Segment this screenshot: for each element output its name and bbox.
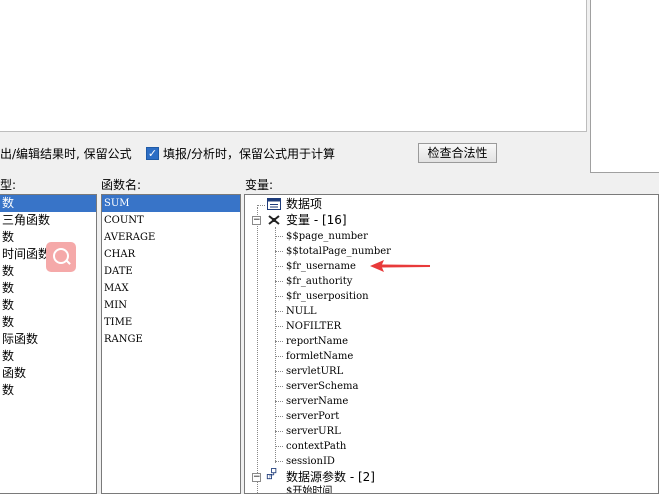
list-item[interactable]: 数: [0, 280, 96, 297]
variable-tree[interactable]: 数据项 − 变量 - [16] $$page_number $$totalPag…: [244, 194, 659, 494]
tree-leaf[interactable]: $fr_authority: [286, 274, 352, 289]
tree-node-datasource-params[interactable]: 数据源参数 - [2]: [286, 470, 375, 485]
tree-leaf[interactable]: serverURL: [286, 424, 341, 439]
variable-icon: [268, 215, 280, 225]
tree-leaf[interactable]: $开始时间: [286, 484, 332, 493]
list-item[interactable]: MAX: [102, 280, 240, 297]
list-item[interactable]: MIN: [102, 297, 240, 314]
function-name-label: 函数名:: [101, 178, 142, 192]
tree-leaf[interactable]: $$totalPage_number: [286, 244, 391, 259]
tree-leaf[interactable]: $$page_number: [286, 229, 368, 244]
function-list[interactable]: SUM COUNT AVERAGE CHAR DATE MAX MIN TIME…: [101, 194, 241, 494]
list-item[interactable]: RANGE: [102, 331, 240, 348]
search-icon[interactable]: [46, 242, 76, 272]
list-item[interactable]: 数: [0, 195, 96, 212]
variables-label: 变量:: [245, 178, 274, 192]
tree-node-data-item[interactable]: 数据项: [286, 197, 322, 212]
tree-leaf[interactable]: $fr_username: [286, 259, 356, 274]
list-item[interactable]: CHAR: [102, 246, 240, 263]
formula-help-pane: [590, 0, 659, 173]
datasource-param-icon: ?: [266, 468, 277, 480]
list-item[interactable]: DATE: [102, 263, 240, 280]
table-icon: [267, 198, 281, 210]
tree-leaf[interactable]: sessionID: [286, 454, 335, 469]
tree-leaf[interactable]: serverName: [286, 394, 348, 409]
tree-leaf[interactable]: $fr_userposition: [286, 289, 369, 304]
list-item[interactable]: COUNT: [102, 212, 240, 229]
tree-leaf[interactable]: contextPath: [286, 439, 346, 454]
list-item[interactable]: 际函数: [0, 331, 96, 348]
list-item[interactable]: 数: [0, 382, 96, 399]
keep-formula-fill-checkbox[interactable]: ✓: [146, 147, 159, 160]
tree-leaf[interactable]: formletName: [286, 349, 353, 364]
keep-formula-edit-label: 出/编辑结果时, 保留公式: [0, 147, 132, 161]
tree-leaf[interactable]: servletURL: [286, 364, 343, 379]
category-label: 型:: [0, 178, 17, 192]
list-item[interactable]: 数: [0, 314, 96, 331]
svg-text:?: ?: [269, 474, 271, 480]
category-list[interactable]: 数 三角函数 数 时间函数 数 数 数 数 际函数 数 函数 数: [0, 194, 97, 494]
formula-editor[interactable]: [0, 0, 587, 132]
list-item[interactable]: TIME: [102, 314, 240, 331]
list-item[interactable]: 数: [0, 297, 96, 314]
tree-leaf[interactable]: serverPort: [286, 409, 339, 424]
collapse-icon[interactable]: −: [252, 216, 261, 225]
check-validity-button[interactable]: 检查合法性: [418, 143, 497, 163]
tree-leaf[interactable]: serverSchema: [286, 379, 358, 394]
list-item[interactable]: 数: [0, 348, 96, 365]
keep-formula-fill-label: 填报/分析时，保留公式用于计算: [163, 147, 336, 161]
tree-leaf[interactable]: NOFILTER: [286, 319, 341, 334]
tree-node-variables[interactable]: 变量 - [16]: [286, 213, 347, 228]
list-item[interactable]: AVERAGE: [102, 229, 240, 246]
tree-leaf[interactable]: NULL: [286, 304, 316, 319]
list-item[interactable]: SUM: [102, 195, 240, 212]
collapse-icon[interactable]: −: [252, 473, 261, 482]
list-item[interactable]: 三角函数: [0, 212, 96, 229]
tree-leaf[interactable]: reportName: [286, 334, 348, 349]
list-item[interactable]: 函数: [0, 365, 96, 382]
annotation-arrow-icon: [370, 260, 430, 272]
